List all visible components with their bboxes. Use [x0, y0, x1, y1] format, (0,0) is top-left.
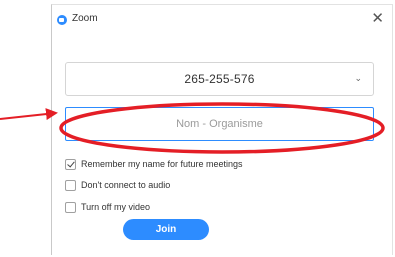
dont-connect-audio-label: Don't connect to audio: [81, 180, 171, 190]
turn-off-video-checkbox[interactable]: Turn off my video: [65, 200, 150, 214]
turn-off-video-label: Turn off my video: [81, 202, 151, 212]
meeting-id-value: 265-255-576: [184, 72, 255, 86]
title-bar: Zoom ✕: [52, 5, 392, 35]
zoom-join-dialog: Zoom ✕ 265-255-576 ⌄ Nom - Organisme Rem…: [51, 4, 393, 255]
window-title: Zoom: [72, 13, 98, 24]
meeting-id-dropdown[interactable]: 265-255-576 ⌄: [65, 62, 374, 96]
name-placeholder: Nom - Organisme: [176, 118, 263, 130]
dont-connect-audio-checkbox[interactable]: Don't connect to audio: [65, 178, 170, 192]
remember-name-label: Remember my name for future meetings: [81, 159, 243, 169]
name-input[interactable]: Nom - Organisme: [65, 107, 374, 141]
remember-name-checkbox[interactable]: Remember my name for future meetings: [65, 157, 243, 171]
arrow-icon: [0, 108, 58, 121]
join-button[interactable]: Join: [123, 219, 209, 240]
checkbox-checked-icon: [65, 158, 76, 170]
zoom-logo-icon: [57, 15, 67, 25]
checkbox-icon: [65, 179, 76, 191]
screenshot-stage: Zoom ✕ 265-255-576 ⌄ Nom - Organisme Rem…: [0, 0, 395, 257]
chevron-down-icon: ⌄: [354, 73, 362, 83]
close-button[interactable]: ✕: [371, 11, 384, 26]
checkbox-icon: [65, 201, 76, 213]
